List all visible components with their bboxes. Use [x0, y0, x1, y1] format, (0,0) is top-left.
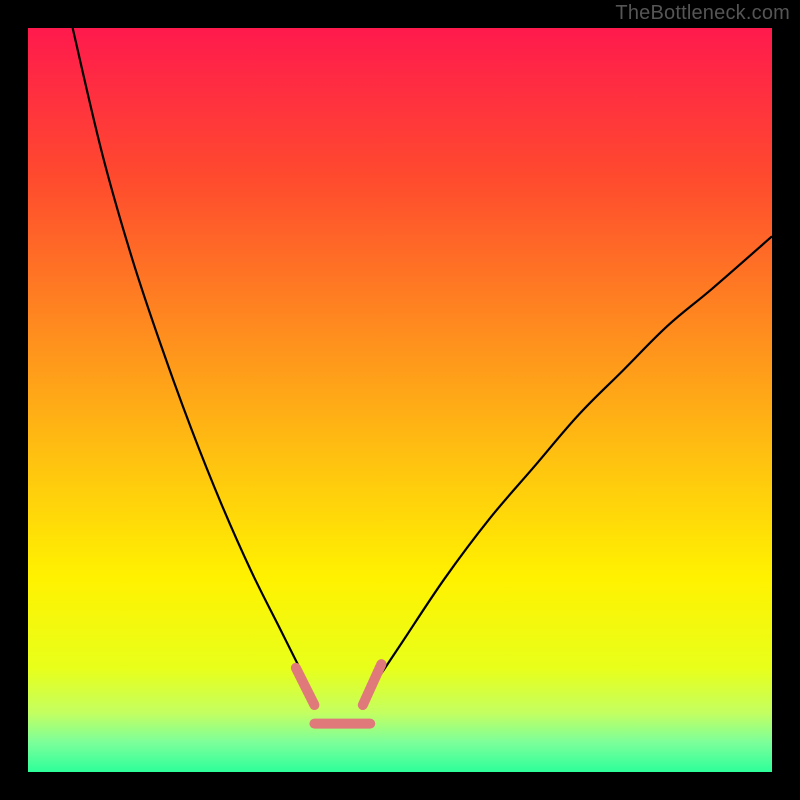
- watermark-text: TheBottleneck.com: [615, 2, 790, 25]
- bottleneck-chart: [28, 28, 772, 772]
- gradient-background: [28, 28, 772, 772]
- chart-frame: TheBottleneck.com: [0, 0, 800, 800]
- plot-area: [28, 28, 772, 772]
